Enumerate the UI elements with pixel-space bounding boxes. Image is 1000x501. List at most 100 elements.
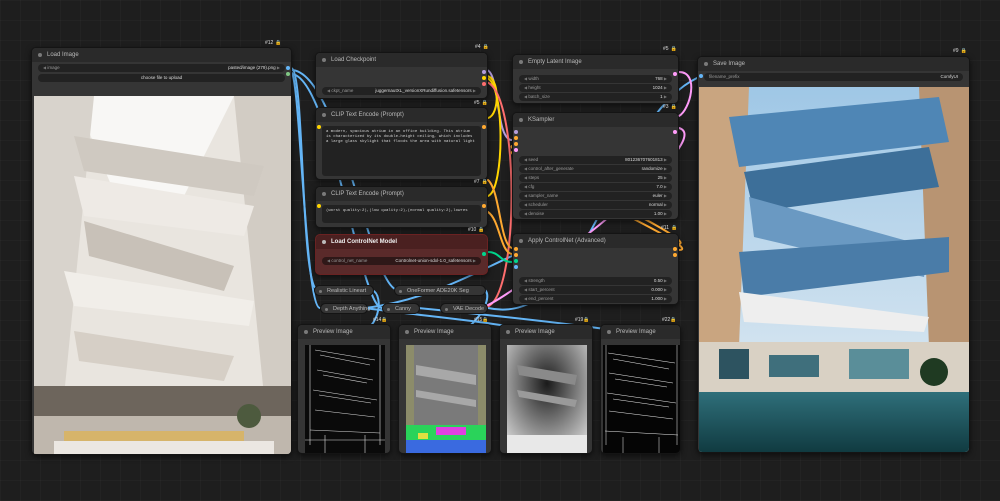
lock-icon[interactable]: 🔒 [483, 44, 489, 50]
collapse-dot-icon[interactable] [38, 53, 42, 57]
ckpt-name-select[interactable]: ◀ ckpt_name juggernautXL_versionXRundiff… [322, 87, 481, 95]
seed-field[interactable]: ◀ seed 801236707601813 ▶ [519, 156, 672, 164]
height-field[interactable]: ◀ height 1024 ▶ [519, 84, 672, 92]
control-after-generate-select[interactable]: ◀ control_after_generate randomize ▶ [519, 165, 672, 173]
collapse-dot-icon[interactable] [325, 307, 328, 311]
load-image-title[interactable]: Load Image [32, 48, 291, 62]
ksampler-node[interactable]: KSampler ◀ seed 801236707601813 ▶ ◀ contr… [512, 112, 679, 220]
arrow-right-icon[interactable]: ▶ [664, 94, 667, 99]
depth-anything-node[interactable]: Depth Anything [320, 303, 370, 314]
sampler-name-select[interactable]: ◀ sampler_name euler ▶ [519, 192, 672, 200]
lock-icon[interactable]: 🔒 [381, 317, 387, 323]
arrow-left-icon[interactable]: ◀ [524, 193, 527, 198]
lock-icon[interactable]: 🔒 [583, 317, 589, 323]
image-select[interactable]: ◀ image pasted/image (279).png ▶ [38, 64, 285, 72]
arrow-right-icon[interactable]: ▶ [664, 76, 667, 81]
load-checkpoint-node[interactable]: Load Checkpoint ◀ ckpt_name juggernautXL… [315, 52, 488, 99]
clip-neg-title[interactable]: CLIP Text Encode (Prompt) [316, 187, 487, 201]
output-port-negative[interactable] [673, 253, 677, 257]
lock-icon[interactable]: 🔒 [670, 317, 676, 323]
oneformer-seg-node[interactable]: OneFormer ADE20K Seg [394, 285, 486, 296]
save-image-title[interactable]: Save Image [698, 57, 969, 71]
collapse-dot-icon[interactable] [399, 289, 402, 293]
preview-image-node-canny[interactable]: Preview Image [600, 324, 681, 454]
arrow-left-icon[interactable]: ◀ [524, 278, 527, 283]
lock-icon[interactable]: 🔒 [671, 104, 677, 110]
arrow-right-icon[interactable]: ▶ [664, 157, 667, 162]
arrow-right-icon[interactable]: ▶ [664, 278, 667, 283]
clip-text-encode-positive-node[interactable]: CLIP Text Encode (Prompt) a modern, spac… [315, 107, 488, 180]
collapse-dot-icon[interactable] [322, 240, 326, 244]
collapse-dot-icon[interactable] [304, 330, 308, 334]
collapse-dot-icon[interactable] [607, 330, 611, 334]
lock-icon[interactable]: 🔒 [671, 46, 677, 52]
prompt-text-area[interactable]: a modern, spacious atrium in an office b… [322, 126, 481, 176]
output-port-conditioning[interactable] [482, 204, 486, 208]
preview-title[interactable]: Preview Image [399, 325, 491, 339]
arrow-right-icon[interactable]: ▶ [664, 85, 667, 90]
load-image-node[interactable]: Load Image ◀ image pasted/image (279).pn… [31, 47, 292, 455]
collapse-dot-icon[interactable] [322, 113, 326, 117]
preview-title[interactable]: Preview Image [298, 325, 390, 339]
collapse-dot-icon[interactable] [519, 239, 523, 243]
arrow-right-icon[interactable]: ▶ [664, 193, 667, 198]
lock-icon[interactable]: 🔒 [482, 100, 488, 106]
arrow-left-icon[interactable]: ◀ [524, 296, 527, 301]
collapse-dot-icon[interactable] [506, 330, 510, 334]
lock-icon[interactable]: 🔒 [482, 317, 488, 323]
output-port-positive[interactable] [673, 247, 677, 251]
realistic-lineart-node[interactable]: Realistic Lineart [314, 285, 374, 296]
output-port-model[interactable] [482, 70, 486, 74]
canny-node[interactable]: Canny [382, 303, 420, 314]
output-port-vae[interactable] [482, 82, 486, 86]
output-port-clip[interactable] [482, 76, 486, 80]
arrow-left-icon[interactable]: ◀ [524, 76, 527, 81]
negative-prompt-text-area[interactable]: (worst quality:2),(low quality:2),(norma… [322, 205, 481, 223]
output-port-conditioning[interactable] [482, 125, 486, 129]
preview-image-node-lineart[interactable]: Preview Image [297, 324, 391, 454]
input-port-negative[interactable] [514, 253, 518, 257]
denoise-field[interactable]: ◀ denoise 1.00 ▶ [519, 210, 672, 218]
upload-button[interactable]: choose file to upload [38, 74, 285, 82]
arrow-left-icon[interactable]: ◀ [43, 65, 46, 70]
arrow-left-icon[interactable]: ◀ [524, 85, 527, 90]
collapse-dot-icon[interactable] [322, 192, 326, 196]
apply-controlnet-title[interactable]: Apply ControlNet (Advanced) [513, 234, 678, 248]
output-port-latent[interactable] [673, 130, 677, 134]
arrow-right-icon[interactable]: ▶ [473, 88, 476, 93]
load-checkpoint-title[interactable]: Load Checkpoint [316, 53, 487, 67]
collapse-dot-icon[interactable] [519, 60, 523, 64]
collapse-dot-icon[interactable] [387, 307, 390, 311]
arrow-left-icon[interactable]: ◀ [524, 157, 527, 162]
preview-title[interactable]: Preview Image [500, 325, 592, 339]
output-port-latent[interactable] [673, 72, 677, 76]
empty-latent-image-node[interactable]: Empty Latent Image ◀ width 768 ▶ ◀ height… [512, 54, 679, 104]
output-port-mask[interactable] [286, 72, 290, 76]
arrow-left-icon[interactable]: ◀ [524, 94, 527, 99]
arrow-left-icon[interactable]: ◀ [524, 287, 527, 292]
collapse-dot-icon[interactable] [445, 307, 448, 311]
arrow-left-icon[interactable]: ◀ [524, 211, 527, 216]
arrow-right-icon[interactable]: ▶ [664, 211, 667, 216]
preview-title[interactable]: Preview Image [601, 325, 680, 339]
arrow-right-icon[interactable]: ▶ [277, 65, 280, 70]
start-percent-field[interactable]: ◀ start_percent 0.000 ▶ [519, 286, 672, 294]
collapse-dot-icon[interactable] [704, 62, 708, 66]
ksampler-title[interactable]: KSampler [513, 113, 678, 127]
controlnet-name-select[interactable]: ◀ control_net_name Controlnet-union-sdxl… [322, 257, 481, 265]
strength-field[interactable]: ◀ strength 0.50 ▶ [519, 277, 672, 285]
input-port-positive[interactable] [514, 247, 518, 251]
load-controlnet-node[interactable]: Load ControlNet Model ◀ control_net_name… [315, 234, 488, 275]
empty-latent-title[interactable]: Empty Latent Image [513, 55, 678, 69]
arrow-left-icon[interactable]: ◀ [524, 166, 527, 171]
input-port-images[interactable] [699, 74, 703, 78]
arrow-right-icon[interactable]: ▶ [664, 296, 667, 301]
lock-icon[interactable]: 🔒 [961, 48, 967, 54]
input-port-control-net[interactable] [514, 259, 518, 263]
preview-image-node-segmentation[interactable]: Preview Image [398, 324, 492, 454]
lock-icon[interactable]: 🔒 [671, 225, 677, 231]
end-percent-field[interactable]: ◀ end_percent 1.000 ▶ [519, 295, 672, 303]
collapse-dot-icon[interactable] [322, 58, 326, 62]
clip-text-encode-negative-node[interactable]: CLIP Text Encode (Prompt) (worst quality… [315, 186, 488, 228]
input-port-negative[interactable] [514, 142, 518, 146]
